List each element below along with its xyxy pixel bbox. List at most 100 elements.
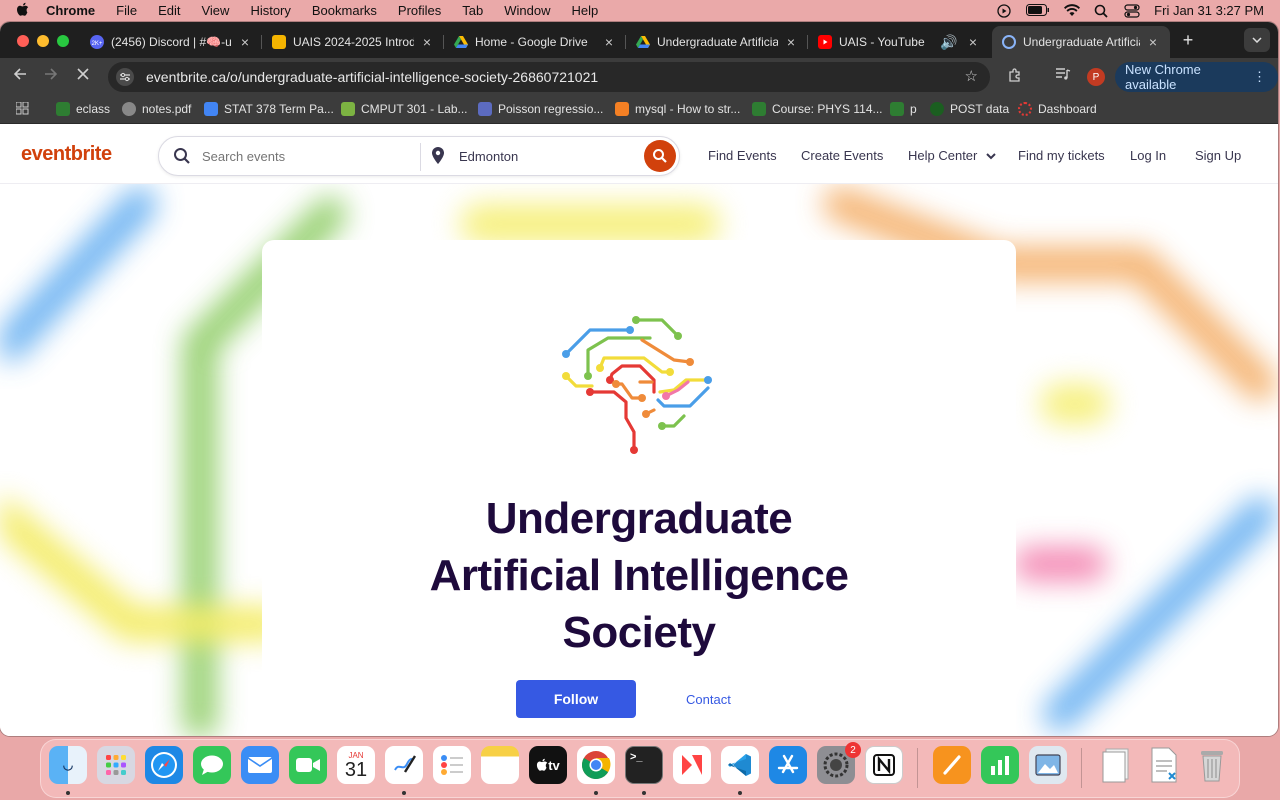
menu-file[interactable]: File — [116, 3, 137, 18]
menubar-clock[interactable]: Fri Jan 31 3:27 PM — [1154, 3, 1264, 18]
bookmark-dashboard[interactable]: Dashboard — [1018, 102, 1097, 116]
battery-icon[interactable] — [1026, 3, 1050, 18]
bookmark-eclass[interactable]: eclass — [56, 102, 110, 116]
nav-sign-up[interactable]: Sign Up — [1195, 148, 1241, 163]
menu-history[interactable]: History — [250, 3, 290, 18]
pages-icon[interactable] — [933, 746, 971, 784]
bookmark-cmput-301[interactable]: CMPUT 301 - Lab... — [341, 102, 468, 116]
profile-avatar[interactable]: P — [1087, 68, 1105, 86]
control-center-icon[interactable] — [1124, 3, 1140, 18]
follow-button[interactable]: Follow — [516, 680, 636, 718]
mail-icon[interactable] — [241, 746, 279, 784]
close-tab-icon[interactable]: × — [1146, 34, 1160, 50]
bookmark-star-icon[interactable]: ☆ — [965, 67, 978, 85]
audio-playing-icon[interactable]: 🔊 — [940, 34, 957, 51]
extensions-icon[interactable] — [1007, 67, 1023, 86]
minimize-window-button[interactable] — [37, 35, 49, 47]
document-stack-icon[interactable] — [1097, 746, 1135, 784]
media-play-icon[interactable] — [996, 3, 1012, 18]
close-tab-icon[interactable]: × — [966, 34, 980, 50]
wifi-icon[interactable] — [1064, 3, 1081, 18]
spotlight-search-icon[interactable] — [1094, 4, 1110, 18]
safari-icon[interactable] — [145, 746, 183, 784]
menu-view[interactable]: View — [201, 3, 229, 18]
menu-help[interactable]: Help — [572, 3, 599, 18]
apps-grid-icon[interactable] — [16, 102, 29, 115]
bookmark-stat-378[interactable]: STAT 378 Term Pa... — [204, 102, 334, 116]
media-controls-icon[interactable] — [1055, 67, 1071, 84]
google-docs-icon — [204, 102, 218, 116]
nav-help-center[interactable]: Help Center — [908, 148, 996, 163]
launchpad-icon[interactable] — [97, 746, 135, 784]
bookmark-poisson[interactable]: Poisson regressio... — [478, 102, 603, 116]
close-tab-icon[interactable]: × — [784, 34, 798, 50]
close-tab-icon[interactable]: × — [238, 34, 252, 50]
apple-tv-icon[interactable]: tv — [529, 746, 567, 784]
chrome-icon[interactable] — [577, 746, 615, 784]
close-tab-icon[interactable]: × — [420, 34, 434, 50]
search-events-input[interactable] — [202, 149, 402, 164]
calendar-icon[interactable]: JAN 31 — [337, 746, 375, 784]
google-drive-icon — [636, 35, 650, 49]
bookmark-p[interactable]: p — [890, 102, 917, 116]
nav-log-in[interactable]: Log In — [1130, 148, 1166, 163]
preview-icon[interactable] — [1029, 746, 1067, 784]
menu-profiles[interactable]: Profiles — [398, 3, 441, 18]
app-store-icon[interactable] — [769, 746, 807, 784]
tab-search-button[interactable] — [1244, 28, 1270, 52]
menu-tab[interactable]: Tab — [462, 3, 483, 18]
finder-icon[interactable]: ◡ — [49, 746, 87, 784]
tab-youtube[interactable]: UAIS - YouTube 🔊 × — [808, 26, 990, 58]
bookmark-post-data[interactable]: POST data — [930, 102, 1009, 116]
freeform-icon[interactable] — [385, 746, 423, 784]
stop-loading-button[interactable] — [72, 67, 94, 86]
location-pin-icon — [432, 147, 444, 170]
nav-create-events[interactable]: Create Events — [801, 148, 883, 163]
system-settings-icon[interactable]: 2 — [817, 742, 861, 784]
trash-icon[interactable] — [1193, 746, 1231, 784]
file-document-icon[interactable] — [1145, 746, 1183, 784]
search-submit-button[interactable] — [644, 140, 676, 172]
news-icon[interactable] — [673, 746, 711, 784]
menu-edit[interactable]: Edit — [158, 3, 180, 18]
svg-text:2K+: 2K+ — [92, 41, 103, 47]
close-tab-icon[interactable]: × — [602, 34, 616, 50]
numbers-icon[interactable] — [981, 746, 1019, 784]
apple-menu-icon[interactable] — [16, 2, 36, 20]
new-tab-button[interactable]: + — [1178, 30, 1198, 51]
vscode-icon[interactable] — [721, 746, 759, 784]
location-input[interactable]: Edmonton — [459, 149, 518, 164]
address-bar[interactable]: eventbrite.ca/o/undergraduate-artificial… — [108, 62, 990, 92]
tab-eventbrite-active[interactable]: Undergraduate Artificia × — [992, 26, 1170, 58]
tab-drive-uais[interactable]: Undergraduate Artificia × — [626, 26, 808, 58]
menu-window[interactable]: Window — [504, 3, 550, 18]
bookmark-phys-114[interactable]: Course: PHYS 114... — [752, 102, 883, 116]
zoom-window-button[interactable] — [57, 35, 69, 47]
notion-icon[interactable] — [865, 746, 903, 784]
contact-link[interactable]: Contact — [686, 692, 731, 707]
terminal-icon[interactable]: >_ — [625, 746, 663, 784]
bookmark-mysql[interactable]: mysql - How to str... — [615, 102, 740, 116]
tab-google-drive[interactable]: Home - Google Drive × — [444, 26, 626, 58]
menu-bookmarks[interactable]: Bookmarks — [312, 3, 377, 18]
url-text[interactable]: eventbrite.ca/o/undergraduate-artificial… — [146, 69, 598, 85]
close-window-button[interactable] — [17, 35, 29, 47]
bookmark-notes-pdf[interactable]: notes.pdf — [122, 102, 191, 116]
messages-icon[interactable] — [193, 746, 231, 784]
new-chrome-available-button[interactable]: New Chrome available ⋮ — [1115, 62, 1278, 92]
organizer-name-line: Society — [562, 608, 716, 657]
window-controls — [17, 35, 69, 47]
reminders-icon[interactable] — [433, 746, 471, 784]
menu-app-name[interactable]: Chrome — [46, 3, 95, 18]
nav-find-events[interactable]: Find Events — [708, 148, 777, 163]
site-info-icon[interactable] — [116, 68, 134, 86]
facetime-icon[interactable] — [289, 746, 327, 784]
tab-discord[interactable]: 2K+ (2456) Discord | #🧠-u × — [80, 26, 262, 58]
back-button[interactable] — [9, 67, 31, 86]
notes-icon[interactable] — [481, 746, 519, 784]
forward-button[interactable] — [40, 67, 62, 86]
eventbrite-logo[interactable]: eventbrite — [21, 143, 112, 166]
uais-brain-logo — [562, 316, 712, 454]
nav-find-my-tickets[interactable]: Find my tickets — [1018, 148, 1105, 163]
tab-uais-slides[interactable]: UAIS 2024-2025 Introd × — [262, 26, 444, 58]
